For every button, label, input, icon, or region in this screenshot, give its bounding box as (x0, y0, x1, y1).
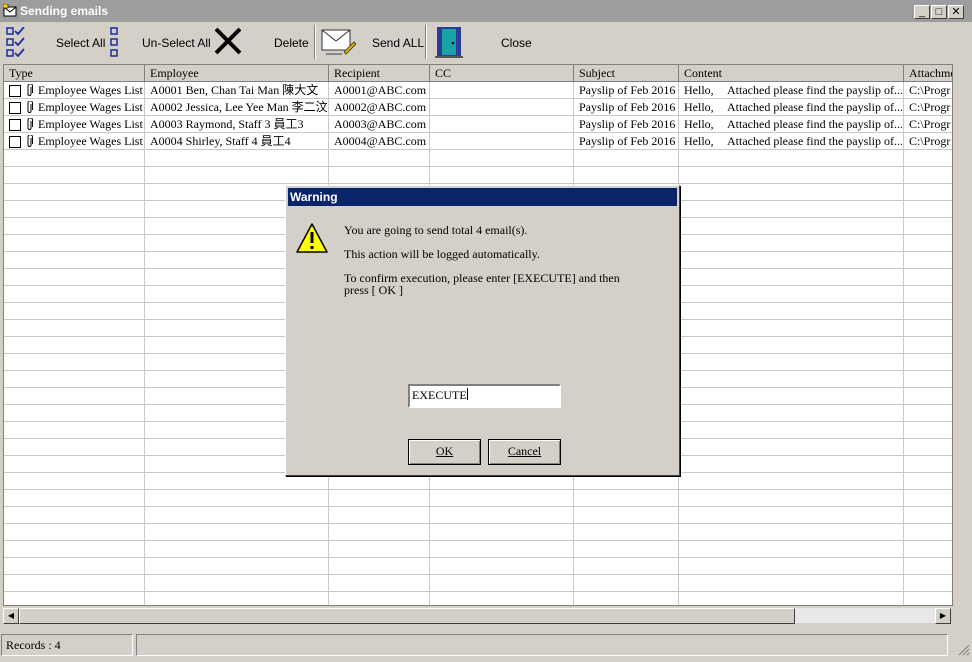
grid-line (4, 506, 952, 507)
dialog-message-line1: You are going to send total 4 email(s). (344, 223, 528, 237)
cell-cc (430, 82, 573, 99)
cell-employee: A0001 Ben, Chan Tai Man 陳大文 (150, 83, 319, 97)
cell-employee: A0002 Jessica, Lee Yee Man 李二汶 (150, 100, 328, 114)
records-count: Records : 4 (1, 634, 133, 656)
cell-content-greeting: Hello, (684, 100, 714, 114)
cell-content: Attached please find the payslip of... (727, 134, 902, 148)
grid-line (4, 523, 952, 524)
maximize-button[interactable]: □ (931, 5, 947, 19)
window-titlebar[interactable]: Sending emails _ □ ✕ (0, 0, 972, 22)
scroll-left-button[interactable]: ◀ (3, 608, 19, 624)
cell-employee: A0003 Raymond, Staff 3 員工3 (150, 117, 304, 131)
cell-content: Attached please find the payslip of... (727, 100, 902, 114)
cell-recipient: A0001@ABC.com (334, 83, 427, 97)
cell-cc (430, 133, 573, 150)
toolbar-separator (314, 25, 316, 59)
column-header-recipient[interactable]: Recipient (329, 65, 430, 82)
cell-content: Attached please find the payslip of... (727, 83, 902, 97)
column-header-attachment[interactable]: Attachme (904, 65, 952, 82)
mail-window-icon (3, 4, 17, 17)
cell-subject: Payslip of Feb 2016 (579, 100, 676, 114)
close-window-button[interactable]: ✕ (948, 5, 964, 19)
status-panel (136, 634, 948, 656)
grid-line (144, 82, 145, 605)
x-delete-icon[interactable] (213, 26, 243, 56)
column-header-type[interactable]: Type (4, 65, 145, 82)
cell-recipient: A0003@ABC.com (334, 117, 427, 131)
unselect-all-button[interactable]: Un-Select All (142, 36, 211, 50)
confirmation-input-value: EXECUTE (412, 388, 467, 402)
cell-employee: A0004 Shirley, Staff 4 員工4 (150, 134, 291, 148)
cell-content-greeting: Hello, (684, 134, 714, 148)
grid-line (4, 557, 952, 558)
dialog-message-line2: This action will be logged automatically… (344, 247, 540, 261)
cell-attachment: C:\Progr (909, 134, 951, 148)
cell-content-greeting: Hello, (684, 83, 714, 97)
cell-cc (430, 116, 573, 133)
door-exit-icon[interactable] (434, 25, 466, 59)
close-button[interactable]: Close (501, 36, 532, 50)
cell-type: Employee Wages List (38, 83, 143, 97)
confirmation-input[interactable]: EXECUTE (408, 384, 561, 408)
scroll-right-button[interactable]: ▶ (935, 608, 951, 624)
ok-button[interactable]: OK (408, 439, 481, 465)
cell-attachment: C:\Progr (909, 117, 951, 131)
cell-type: Employee Wages List (38, 134, 143, 148)
column-header-content[interactable]: Content (679, 65, 904, 82)
checklist-icon[interactable] (6, 27, 28, 57)
delete-button[interactable]: Delete (274, 36, 309, 50)
cell-content-greeting: Hello, (684, 117, 714, 131)
column-header-subject[interactable]: Subject (574, 65, 679, 82)
warning-dialog: Warning You are going to send total 4 em… (285, 185, 680, 476)
cancel-button[interactable]: Cancel (488, 439, 561, 465)
send-all-button[interactable]: Send ALL (372, 36, 424, 50)
column-header-employee[interactable]: Employee (145, 65, 329, 82)
column-header-cc[interactable]: CC (430, 65, 574, 82)
scroll-thumb[interactable] (19, 608, 795, 624)
envelope-send-icon[interactable] (320, 26, 356, 58)
row-checkbox[interactable] (9, 136, 21, 148)
empty-checklist-icon[interactable] (109, 27, 121, 57)
grid-line (4, 489, 952, 490)
horizontal-scrollbar[interactable]: ◀ ▶ (3, 607, 951, 624)
dialog-title: Warning (288, 188, 677, 206)
cell-attachment: C:\Progr (909, 83, 951, 97)
cell-subject: Payslip of Feb 2016 (579, 117, 676, 131)
cell-cc (430, 99, 573, 116)
grid-line (4, 183, 952, 184)
dialog-message-line4: press [ OK ] (344, 283, 403, 297)
grid-line (4, 591, 952, 592)
cell-recipient: A0002@ABC.com (334, 100, 427, 114)
select-all-button[interactable]: Select All (56, 36, 105, 50)
cell-type: Employee Wages List (38, 117, 143, 131)
vertical-scroll-area (953, 64, 967, 606)
cell-recipient: A0004@ABC.com (334, 134, 427, 148)
cell-subject: Payslip of Feb 2016 (579, 83, 676, 97)
grid-line (903, 82, 904, 605)
window-title: Sending emails (20, 4, 109, 18)
cell-subject: Payslip of Feb 2016 (579, 134, 676, 148)
toolbar-separator (425, 25, 427, 59)
cell-type: Employee Wages List (38, 100, 143, 114)
cell-content: Attached please find the payslip of... (727, 117, 902, 131)
toolbar: Select All Un-Select All Delete Send ALL… (0, 22, 972, 64)
resize-grip-icon[interactable] (958, 644, 970, 656)
grid-line (4, 540, 952, 541)
grid-line (4, 574, 952, 575)
status-bar: Records : 4 (0, 634, 972, 658)
row-checkbox[interactable] (9, 85, 21, 97)
row-checkbox[interactable] (9, 102, 21, 114)
grid-line (4, 166, 952, 167)
minimize-button[interactable]: _ (914, 5, 930, 19)
cell-attachment: C:\Progr (909, 100, 951, 114)
warning-triangle-icon (296, 223, 328, 253)
text-caret (466, 388, 468, 400)
row-checkbox[interactable] (9, 119, 21, 131)
